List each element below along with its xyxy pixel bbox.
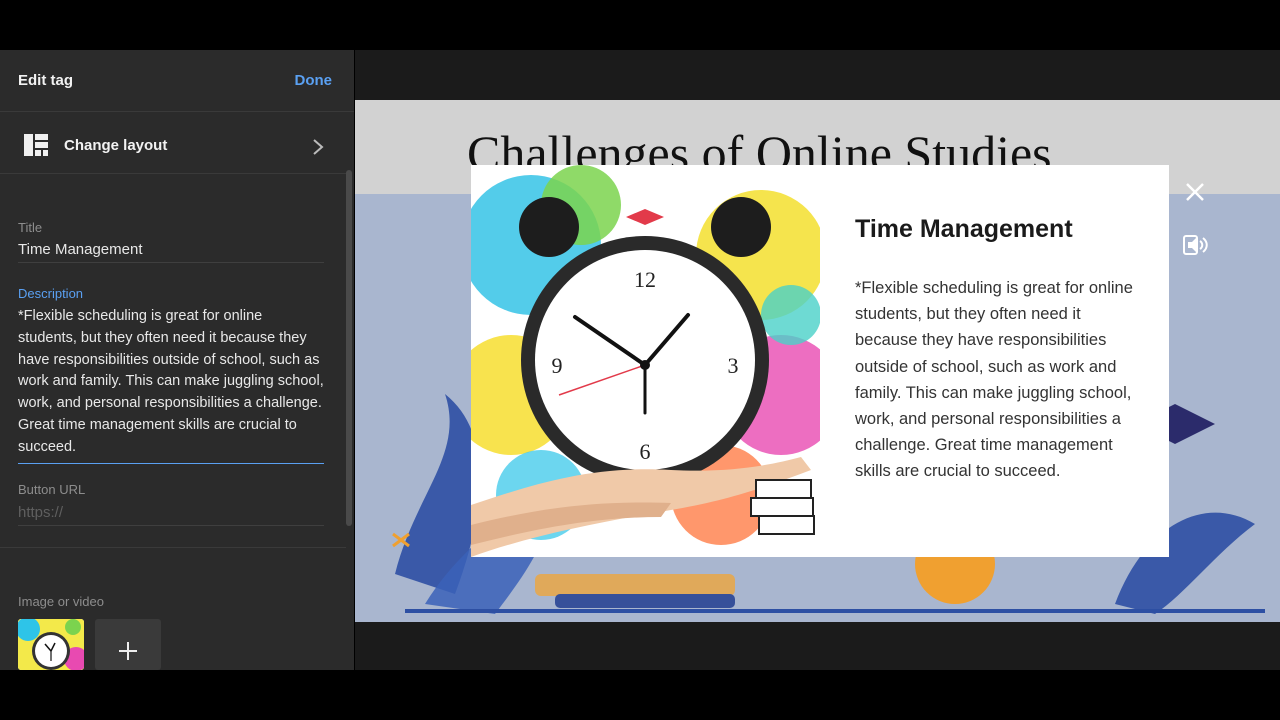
change-layout-button[interactable]: Change layout <box>0 118 346 174</box>
chevron-right-icon <box>313 139 324 155</box>
media-thumbnail[interactable] <box>18 619 84 670</box>
top-black-bar <box>0 0 1280 50</box>
description-field[interactable]: *Flexible scheduling is great for online… <box>18 306 324 464</box>
add-media-button[interactable] <box>95 619 161 670</box>
panel-header: Edit tag Done <box>0 50 354 112</box>
panel-title: Edit tag <box>18 72 73 89</box>
button-url-field[interactable]: https:// <box>18 504 324 526</box>
popup-title: Time Management <box>855 215 1073 243</box>
button-url-label: Button URL <box>18 482 86 497</box>
image-or-video-label: Image or video <box>18 594 104 609</box>
clock-number-9: 9 <box>552 353 563 378</box>
clock-number-3: 3 <box>728 353 739 378</box>
done-button[interactable]: Done <box>295 72 333 89</box>
clock-number-12: 12 <box>634 267 656 292</box>
bottom-black-bar <box>0 670 1280 720</box>
audio-icon[interactable] <box>1183 234 1209 256</box>
layout-icon <box>24 134 48 156</box>
title-field-label: Title <box>18 220 43 235</box>
edit-tag-panel: Edit tag Done Change layout Title Time M… <box>0 50 354 670</box>
close-icon[interactable] <box>1183 180 1207 204</box>
clock-number-6: 6 <box>640 439 651 464</box>
change-layout-label: Change layout <box>64 137 168 154</box>
clock-thumbnail-image <box>18 619 84 670</box>
clock-image: 12 3 6 9 <box>471 165 820 557</box>
tag-popup: 12 3 6 9 Time Management *Flexible sched… <box>471 165 1169 557</box>
panel-scrollbar[interactable] <box>346 170 352 526</box>
title-field[interactable]: Time Management <box>18 241 324 263</box>
section-divider <box>0 547 346 548</box>
slide-preview: Challenges of Online Studies 12 3 6 9 Ti… <box>355 50 1280 670</box>
popup-description: *Flexible scheduling is great for online… <box>855 279 1133 481</box>
description-field-label: Description <box>18 286 84 301</box>
